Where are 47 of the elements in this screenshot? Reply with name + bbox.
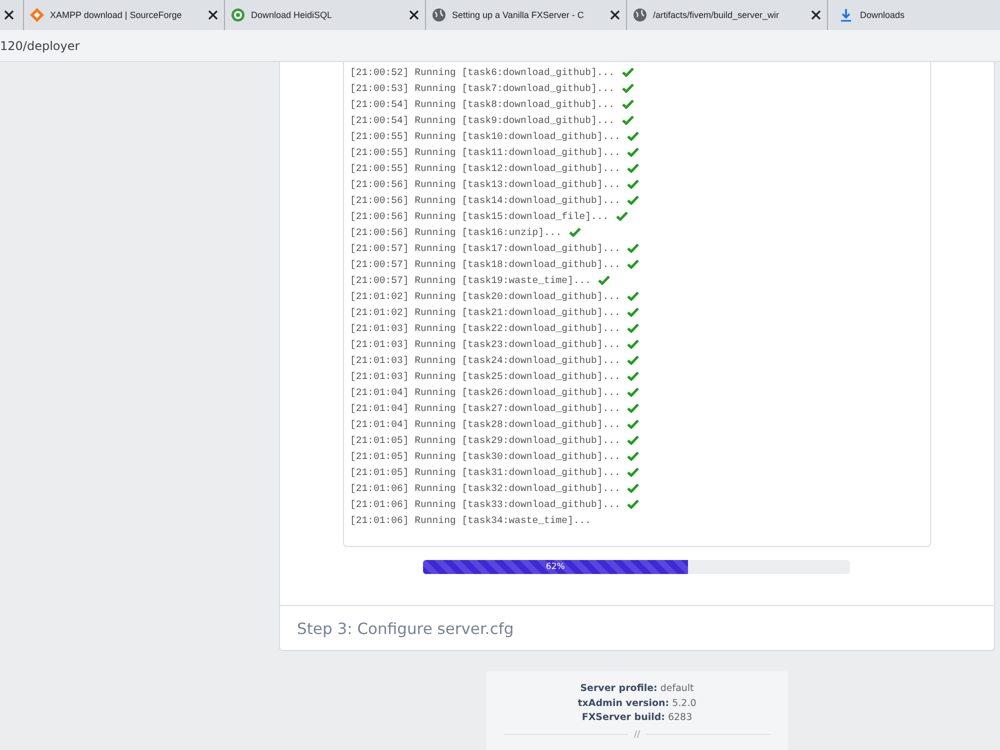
divider-text: // [634,730,640,740]
log-line: [21:01:04] Running [task27:download_github]... [350,402,620,414]
tab-title: Download HeidiSQL [251,9,334,22]
log-line: [21:01:06] Running [task32:download_github]... [350,482,620,494]
tab-title: Downloads [860,9,905,22]
info-value: default [660,682,694,696]
tab-title: /artifacts/fivem/build_server_wir [653,9,780,22]
progress-label: 62% [546,562,565,572]
info-value: 5.2.0 [672,696,696,710]
info-label: FXServer build: [582,711,665,725]
info-label: Server profile: [580,682,658,696]
log-line: [21:00:57] Running [task18:download_github]... [350,258,620,270]
log-line: [21:01:06] Running [task33:download_github]... [350,498,620,510]
address-bar[interactable]: 120/deployer [0,30,1000,62]
log-line: [21:01:02] Running [task21:download_github]... [350,306,620,318]
log-line: [21:00:52] Running [task6:download_github]... [350,66,615,78]
log-line: [21:00:55] Running [task10:download_github]... [350,130,620,142]
log-line: [21:01:03] Running [task24:download_github]... [350,354,620,366]
log-line: [21:01:04] Running [task26:download_github]... [350,386,620,398]
log-line: [21:00:57] Running [task19:waste_time]... [350,274,592,286]
log-line: [21:00:56] Running [task14:download_github]... [350,194,620,206]
log-line: [21:00:56] Running [task15:download_file]... [350,210,609,222]
log-line: [21:01:05] Running [task31:download_github]... [350,466,620,478]
log-line: [21:00:56] Running [task16:unzip]... [350,226,562,238]
log-line: [21:00:54] Running [task9:download_github]... [350,114,615,126]
log-line: [21:00:55] Running [task11:download_github]... [350,146,620,158]
step-header[interactable]: Step 3: Configure server.cfg [280,605,994,650]
url-text: 120/deployer [0,38,80,52]
log-line: [21:00:54] Running [task8:download_github]... [350,98,615,110]
log-line: [21:01:03] Running [task25:download_github]... [350,370,620,382]
log-line: [21:00:55] Running [task12:download_github]... [350,162,620,174]
step-title: Step 3: Configure server.cfg [297,620,514,638]
tab-title: XAMPP download | SourceForge [50,9,183,22]
log-line: [21:00:53] Running [task7:download_github]... [350,82,615,94]
log-line: [21:01:03] Running [task22:download_github]... [350,322,620,334]
log-line: [21:01:02] Running [task20:download_github]... [350,290,620,302]
log-line: [21:01:04] Running [task28:download_github]... [350,418,620,430]
log-line: [21:01:03] Running [task23:download_github]... [350,338,620,350]
log-line: [21:00:57] Running [task17:download_github]... [350,242,620,254]
tab-title: Setting up a Vanilla FXServer - C [452,9,585,22]
log-line: [21:01:06] Running [task34:waste_time]... [350,514,592,526]
info-value: 6283 [668,711,692,725]
log-line: [21:01:05] Running [task29:download_github]... [350,434,620,446]
bookmark-item[interactable]: Downloads [828,0,913,30]
log-line: [21:00:56] Running [task13:download_github]... [350,178,620,190]
log-line: [21:01:05] Running [task30:download_github]... [350,450,620,462]
info-label: txAdmin version: [578,696,670,710]
